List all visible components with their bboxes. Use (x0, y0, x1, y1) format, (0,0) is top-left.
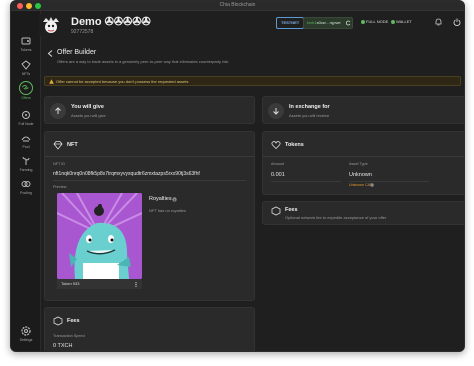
back-arrow-icon[interactable] (47, 50, 53, 57)
nft-card-title: NFT (67, 142, 78, 148)
notifications-bell-icon[interactable] (435, 18, 442, 26)
top-bar: Demo ✇✇✇✇✇ 92772578 TESTNET txch1s0cw…rq… (39, 11, 464, 41)
nft-caption: Token 933 (57, 279, 142, 289)
wallet-fingerprint: 92772578 (71, 29, 94, 35)
divider (45, 156, 254, 157)
asset-type-label: Asset Type (349, 162, 368, 166)
pooling-icon (21, 181, 31, 187)
nft-monster-illustration (57, 193, 142, 279)
main-content: Offer Builder Offers are a way to trade … (41, 41, 464, 351)
page-title: Offer Builder (57, 49, 97, 56)
divider (349, 181, 429, 182)
sidebar-item-label: Tokens (20, 48, 32, 52)
fees-icon (271, 206, 281, 216)
logout-power-icon[interactable] (453, 18, 461, 26)
settings-icon (21, 326, 31, 336)
download-icon (273, 108, 279, 115)
royalties-label: Royalties (149, 196, 172, 202)
tokens-heart-icon (271, 141, 281, 150)
give-subtitle: Assets you will give (71, 113, 106, 118)
full-node-icon (22, 111, 30, 119)
alert-text: Offer cannot be accepted because you don… (56, 79, 189, 84)
wallet-label: WALLET (396, 19, 412, 24)
status-dot-icon (361, 19, 365, 24)
sidebar-item-label: NFTs (21, 72, 31, 76)
offers-icon (19, 81, 33, 95)
receive-title: In exchange for (289, 104, 330, 110)
pool-icon (21, 136, 31, 142)
sidebar-item-label: Pooling (20, 191, 32, 195)
sidebar-item-label: Farming (19, 168, 33, 172)
address-short: s0cw…rqpwe (316, 20, 341, 25)
sidebar-item-tokens[interactable]: Tokens (11, 35, 41, 52)
nft-token-name: Token 933 (61, 281, 80, 286)
sidebar-item-nfts[interactable]: NFTs (11, 59, 41, 76)
sidebar-item-label: Full Node (18, 122, 34, 126)
nft-id-label: NFT ID (53, 162, 66, 166)
info-icon[interactable] (370, 183, 374, 187)
nft-preview-image[interactable] (57, 193, 142, 279)
window-title: Chia Blockchain (219, 2, 256, 8)
fee-value[interactable]: 0 TXCH (53, 343, 72, 349)
testnet-badge[interactable]: TESTNET (276, 17, 305, 29)
sidebar-item-farming[interactable]: Farming (11, 155, 41, 172)
tokens-title: Tokens (285, 142, 304, 148)
sidebar-item-pooling[interactable]: Pooling (11, 178, 41, 195)
sidebar-item-full-node[interactable]: Full Node (11, 109, 41, 126)
sidebar-item-label: Pool (22, 145, 30, 149)
sidebar: Tokens NFTs Offers Full Node Pool Farmin… (11, 11, 41, 351)
warning-alert: Offer cannot be accepted because you don… (44, 76, 461, 86)
page-subtitle: Offers are a way to trade assets in a ge… (57, 59, 230, 64)
nft-icon (21, 60, 31, 70)
preview-label: Preview (53, 185, 67, 189)
fees-title: Fees (67, 318, 80, 324)
amount-label: Amount (271, 162, 285, 166)
fees-right-subtitle: Optional network fee to expedite accepta… (285, 215, 387, 220)
app-window: Chia Blockchain Tokens NFTs Offers Full … (10, 0, 465, 352)
nft-diamond-icon (53, 141, 63, 150)
edit-icon[interactable] (139, 18, 145, 24)
refresh-address-icon[interactable] (346, 20, 351, 26)
wallet-status[interactable]: WALLET (391, 19, 412, 24)
sidebar-item-pool[interactable]: Pool (11, 132, 41, 149)
fees-card-left: Fees Transaction Speed 0 TXCH (44, 307, 255, 351)
receive-section-header: In exchange for Assets you will receive (262, 96, 464, 124)
fees-right-title: Fees (285, 207, 298, 213)
divider (271, 181, 341, 182)
nft-id-value[interactable]: nft1nqk0nrq0n08fk5p8x7trqmxyvysqudtr6zmx… (53, 171, 253, 177)
title-bar: Chia Blockchain (11, 1, 464, 11)
sidebar-item-settings[interactable]: Settings (11, 325, 41, 342)
divider (263, 156, 464, 157)
upload-icon (55, 107, 61, 114)
tokens-card: Tokens Amount 0.001 Asset Type Unknown U… (262, 131, 464, 195)
fees-icon (53, 316, 63, 326)
status-dot-icon (391, 19, 395, 24)
asset-type-value[interactable]: Unknown (349, 172, 372, 178)
address-prefix: txch1 (307, 20, 317, 25)
fees-card-right: Fees Optional network fee to expedite ac… (262, 201, 464, 225)
sidebar-item-label: Settings (19, 338, 33, 342)
wallet-avatar-icon (39, 14, 63, 36)
more-options-icon[interactable] (135, 282, 137, 287)
warning-icon (49, 79, 54, 84)
give-title: You will give (71, 104, 104, 110)
royalties-value: NFT has no royalties (149, 208, 186, 213)
give-section-header: You will give Assets you will give (44, 96, 255, 124)
receive-subtitle: Assets you will receive (289, 113, 330, 118)
divider (53, 180, 246, 181)
transaction-speed-label: Transaction Speed (53, 334, 85, 338)
info-icon[interactable] (172, 197, 177, 202)
asset-type-note: Unknown CAT (349, 183, 372, 187)
tokens-icon (21, 37, 31, 45)
farming-icon (22, 156, 30, 165)
sidebar-item-offers[interactable]: Offers (11, 81, 41, 100)
full-node-status[interactable]: FULL NODE (361, 19, 388, 24)
full-node-label: FULL NODE (366, 19, 389, 24)
sidebar-item-label: Offers (21, 96, 31, 100)
amount-value[interactable]: 0.001 (271, 172, 285, 178)
